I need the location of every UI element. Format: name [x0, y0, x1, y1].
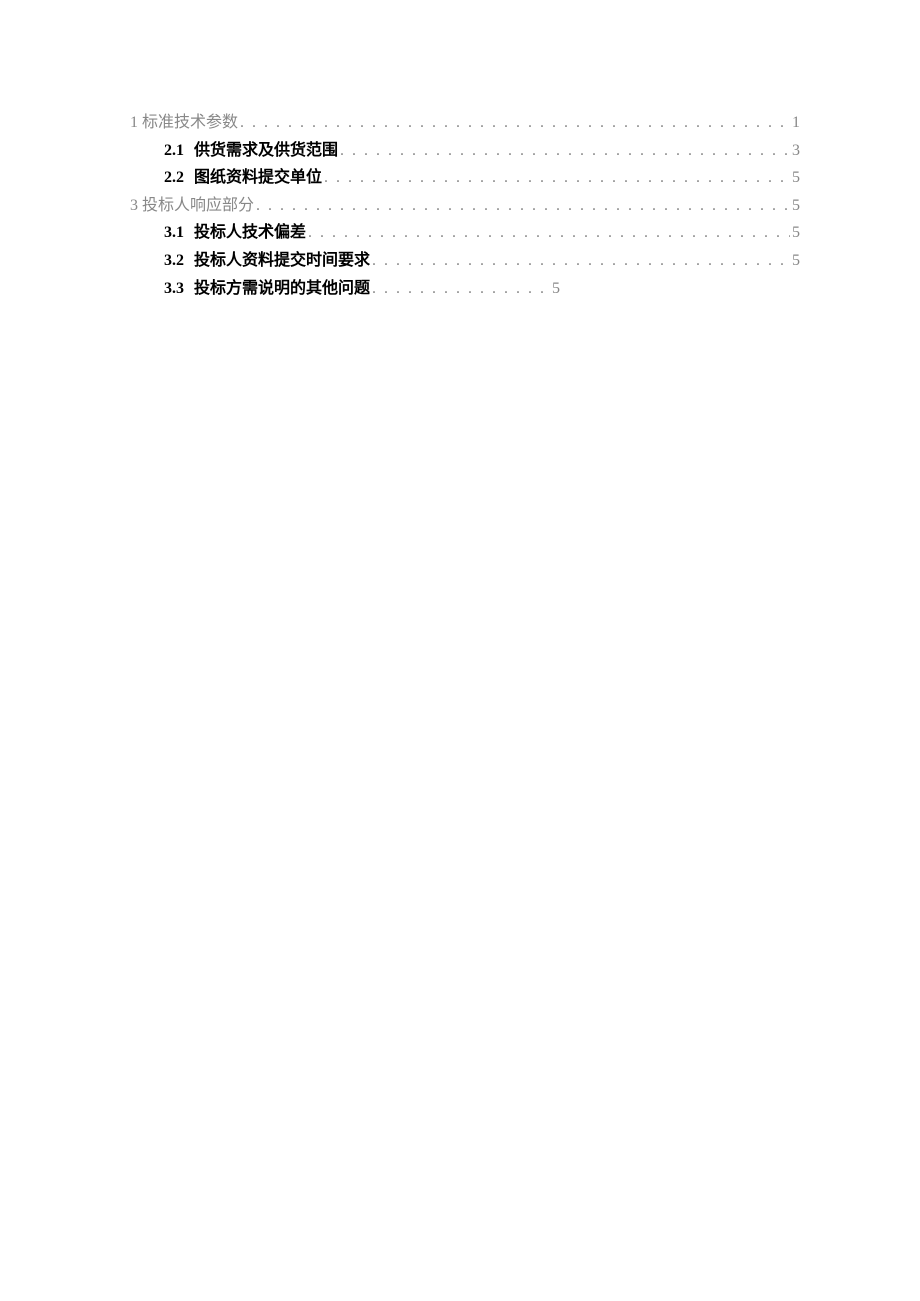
toc-entry[interactable]: 2.1 供货需求及供货范围 3	[130, 138, 800, 164]
toc-page: 1	[790, 110, 800, 136]
toc-leader	[370, 248, 790, 274]
toc-leader	[238, 110, 790, 136]
toc-entry[interactable]: 1 标准技术参数 1	[130, 110, 800, 136]
toc-number: 2.2	[164, 165, 184, 191]
toc-page: 3	[790, 138, 800, 164]
toc-page: 5	[790, 165, 800, 191]
table-of-contents: 1 标准技术参数 1 2.1 供货需求及供货范围 3 2.2 图纸资料提交单位 …	[130, 110, 800, 301]
toc-entry[interactable]: 3.2 投标人资料提交时间要求 5	[130, 248, 800, 274]
toc-page: 5	[790, 220, 800, 246]
toc-page: 5	[550, 276, 560, 302]
toc-leader	[306, 220, 790, 246]
toc-number: 3.1	[164, 220, 184, 246]
toc-title: 投标人技术偏差	[194, 220, 306, 246]
toc-entry[interactable]: 3.1 投标人技术偏差 5	[130, 220, 800, 246]
toc-page: 5	[790, 248, 800, 274]
toc-leader	[254, 193, 790, 219]
toc-leader	[338, 138, 790, 164]
toc-entry[interactable]: 2.2 图纸资料提交单位 5	[130, 165, 800, 191]
toc-title: 供货需求及供货范围	[194, 138, 338, 164]
toc-number: 2.1	[164, 138, 184, 164]
toc-title: 投标人资料提交时间要求	[194, 248, 370, 274]
toc-page: 5	[790, 193, 800, 219]
toc-leader	[370, 276, 550, 302]
toc-number: 3.3	[164, 276, 184, 302]
toc-entry[interactable]: 3 投标人响应部分 5	[130, 193, 800, 219]
toc-title: 1 标准技术参数	[130, 110, 238, 136]
toc-title: 3 投标人响应部分	[130, 193, 254, 219]
toc-title: 投标方需说明的其他问题	[194, 276, 370, 302]
toc-title: 图纸资料提交单位	[194, 165, 322, 191]
toc-number: 3.2	[164, 248, 184, 274]
toc-entry[interactable]: 3.3 投标方需说明的其他问题 5	[130, 276, 800, 302]
toc-leader	[322, 165, 790, 191]
